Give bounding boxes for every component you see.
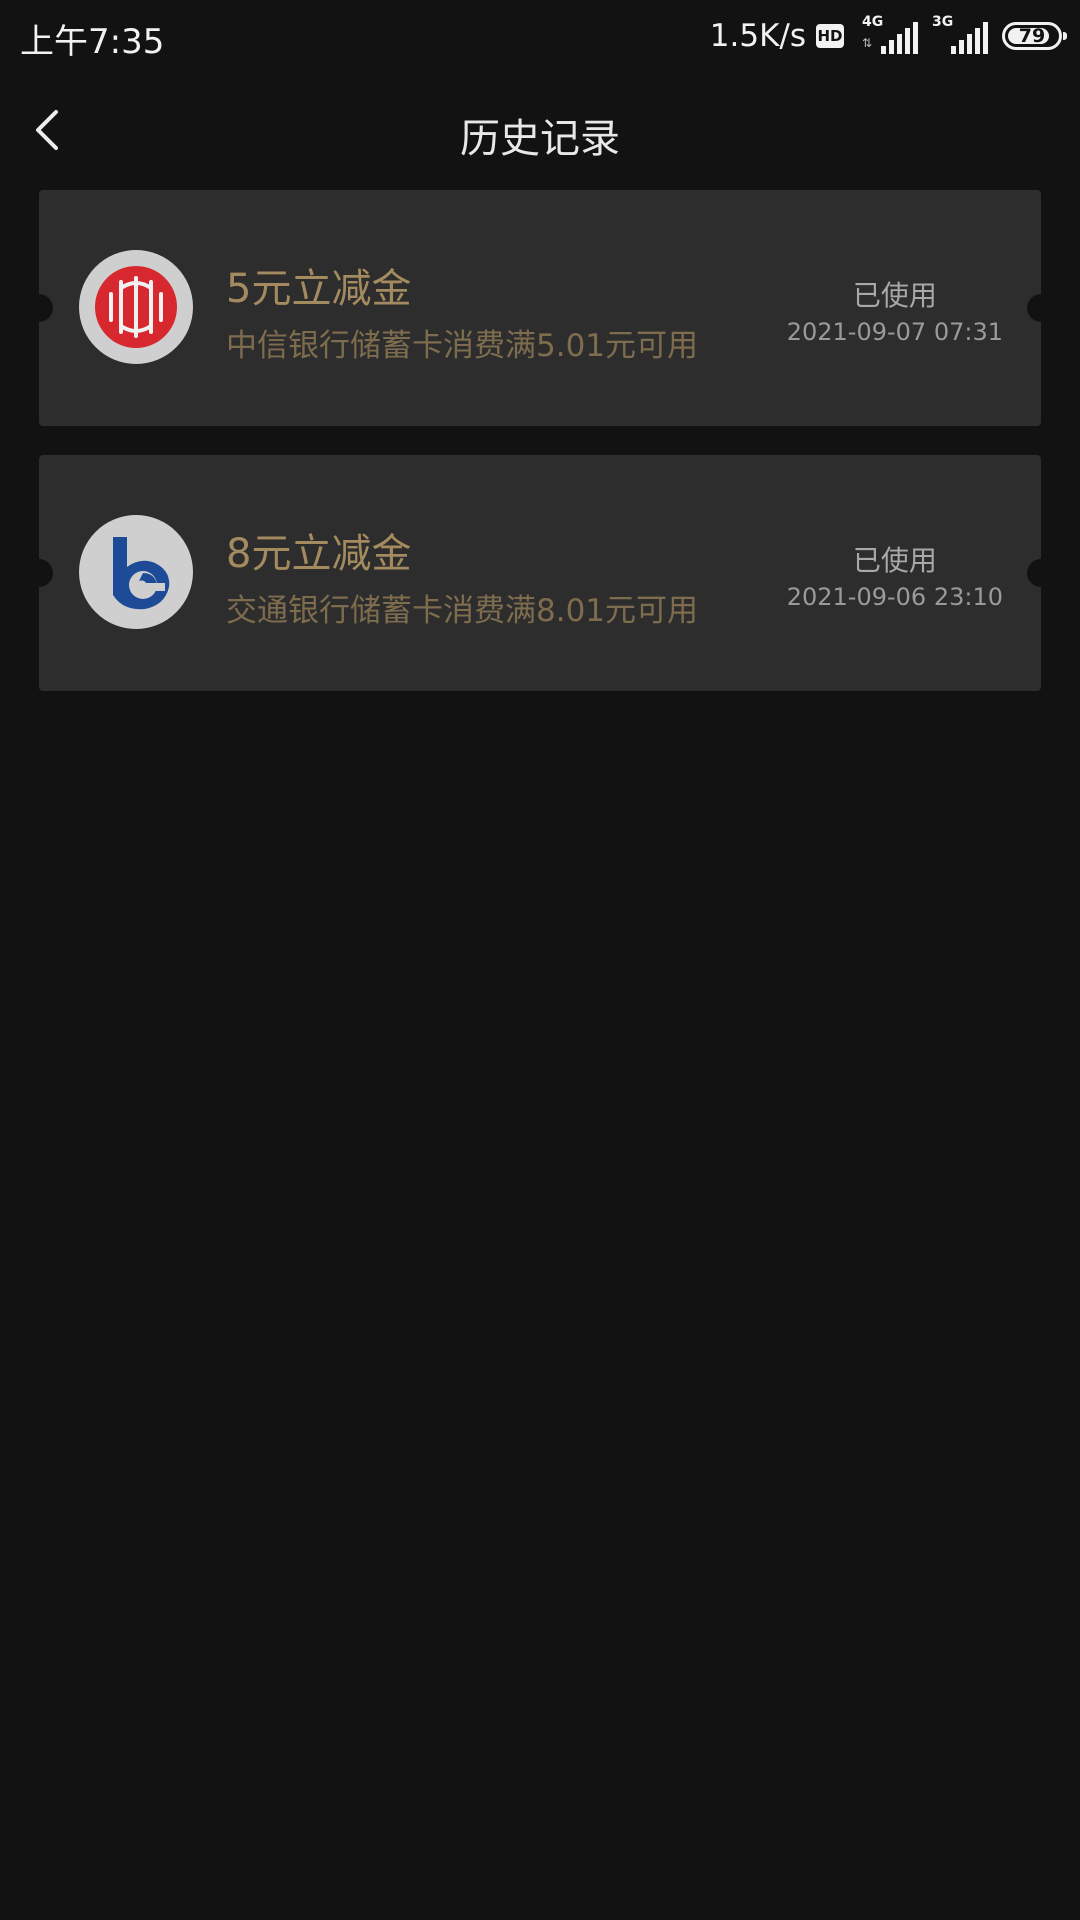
coupon-title: 8元立减金 [226,531,412,577]
header: 历史记录 [0,72,1080,192]
coupon-status: 已使用 2021-09-07 07:31 [787,278,1003,350]
used-date: 2021-09-07 07:31 [786,318,1003,346]
data-arrows-icon: ⇅ [862,36,873,50]
coupon-status: 已使用 2021-09-06 23:10 [787,543,1003,615]
coupon-list: 5元立减金 中信银行储蓄卡消费满5.01元可用 已使用 2021-09-07 0… [25,190,1055,720]
page-title: 历史记录 [460,116,620,162]
network-speed: 1.5K/s [709,18,806,54]
status-time: 上午7:35 [20,22,165,62]
coupon-card[interactable]: 5元立减金 中信银行储蓄卡消费满5.01元可用 已使用 2021-09-07 0… [25,190,1055,426]
battery-icon: 79 [1002,22,1067,50]
coupon-card[interactable]: 8元立减金 交通银行储蓄卡消费满8.01元可用 已使用 2021-09-06 2… [25,455,1055,691]
battery-level: 79 [1018,25,1046,47]
coupon-description: 交通银行储蓄卡消费满8.01元可用 [226,593,699,629]
citic-bank-logo-icon [79,250,193,364]
signal-4g-icon: 4G ⇅ [862,14,918,54]
status-label: 已使用 [852,279,937,312]
status-label: 已使用 [852,544,937,577]
signal-3g-icon: 3G [932,14,988,54]
status-bar: 上午7:35 1.5K/s HD 4G ⇅ 3G 79 [0,0,1080,72]
coupon-title: 5元立减金 [226,266,412,312]
ticket-notch [25,559,53,587]
status-indicators: 1.5K/s HD 4G ⇅ 3G 79 [709,14,1067,58]
hd-icon: HD [816,24,844,48]
bank-of-communications-logo-icon [79,515,193,629]
signal-bars-icon [878,22,918,54]
ticket-notch [1027,559,1055,587]
ticket-notch [1027,294,1055,322]
used-date: 2021-09-06 23:10 [786,583,1003,611]
coupon-description: 中信银行储蓄卡消费满5.01元可用 [226,328,699,364]
signal-bars-icon [948,22,988,54]
ticket-notch [25,294,53,322]
